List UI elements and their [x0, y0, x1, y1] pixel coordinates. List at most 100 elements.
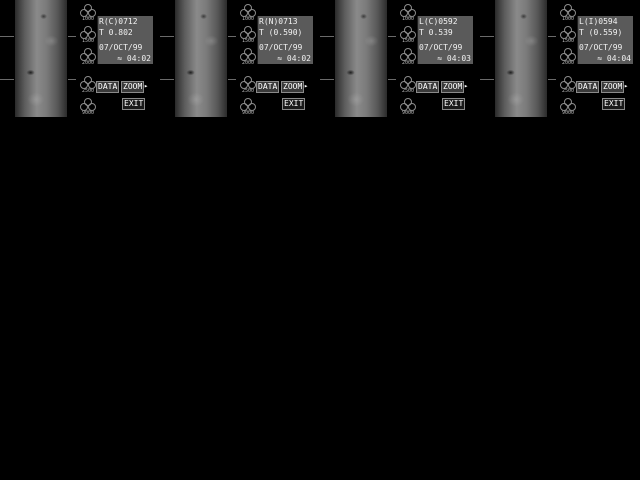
zoom-button[interactable]: ZOOM — [281, 81, 305, 93]
scale-item[interactable]: 2500 — [238, 76, 258, 94]
marker-line — [0, 36, 14, 37]
scale-item[interactable]: 1500 — [398, 26, 418, 44]
exit-button[interactable]: EXIT — [282, 98, 306, 110]
inspection-image — [335, 0, 387, 117]
rings-icon — [240, 26, 256, 39]
scale-item[interactable]: 2500 — [558, 76, 578, 94]
exit-button[interactable]: EXIT — [122, 98, 146, 110]
rings-icon — [80, 4, 96, 17]
rings-icon — [80, 98, 96, 111]
scale-item[interactable]: 2000 — [398, 48, 418, 66]
sample-id: R(C)0712 — [99, 17, 138, 26]
scale-item[interactable]: 1000 — [398, 4, 418, 22]
rings-icon — [400, 26, 416, 39]
scale-label: 2500 — [401, 88, 415, 94]
scale-item[interactable]: 2500 — [78, 76, 98, 94]
marker-line — [388, 36, 396, 37]
scale-label: 2000 — [81, 60, 95, 66]
rings-icon — [400, 4, 416, 17]
depth-scale: 1000 1500 2000 2500 9000 — [558, 4, 578, 116]
rings-icon — [560, 48, 576, 61]
inspection-image — [495, 0, 547, 117]
cursor-icon: ▸ — [624, 82, 629, 90]
depth-scale: 1000 1500 2000 2500 9000 — [78, 4, 98, 116]
scale-item[interactable]: 2500 — [398, 76, 418, 94]
scale-label: 1500 — [241, 38, 255, 44]
scale-item[interactable]: 9000 — [398, 98, 418, 116]
rings-icon — [240, 76, 256, 89]
exit-button[interactable]: EXIT — [602, 98, 626, 110]
rings-icon — [560, 4, 576, 17]
marker-line — [480, 79, 494, 80]
cursor-icon: ▸ — [304, 82, 309, 90]
depth-scale: 1000 1500 2000 2500 9000 — [398, 4, 418, 116]
rings-icon — [240, 48, 256, 61]
scale-label: 2500 — [241, 88, 255, 94]
scale-item[interactable]: 1500 — [558, 26, 578, 44]
zoom-button[interactable]: ZOOM — [441, 81, 465, 93]
inspection-panel: 1000 1500 2000 2500 9000 R(N)0713 T (0.5… — [160, 0, 320, 118]
marker-line — [0, 79, 14, 80]
sample-value: T 0.802 — [99, 28, 133, 37]
marker-line — [320, 79, 334, 80]
rings-icon — [560, 76, 576, 89]
data-button[interactable]: DATA — [416, 81, 440, 93]
sample-date: 07/OCT/99 — [99, 43, 143, 52]
scale-label: 9000 — [401, 110, 415, 116]
scale-label: 9000 — [561, 110, 575, 116]
scale-label: 1000 — [401, 16, 415, 22]
info-box: L(I)0594 T (0.559) 07/OCT/99 ≈ 04:04 — [577, 16, 633, 64]
scale-item[interactable]: 1000 — [238, 4, 258, 22]
scale-label: 1500 — [81, 38, 95, 44]
inspection-panel: 1000 1500 2000 2500 9000 R(C)0712 T 0.80… — [0, 0, 160, 118]
marker-line — [68, 79, 76, 80]
scale-label: 1500 — [561, 38, 575, 44]
marker-line — [548, 79, 556, 80]
info-box: R(N)0713 T (0.590) 07/OCT/99 ≈ 04:02 — [257, 16, 313, 64]
info-box: L(C)0592 T 0.539 07/OCT/99 ≈ 04:03 — [417, 16, 473, 64]
data-button[interactable]: DATA — [576, 81, 600, 93]
scale-label: 2500 — [81, 88, 95, 94]
scale-item[interactable]: 1000 — [78, 4, 98, 22]
scale-item[interactable]: 1000 — [558, 4, 578, 22]
sample-value: T (0.559) — [579, 28, 623, 37]
sample-time: ≈ 04:03 — [437, 54, 471, 63]
data-button[interactable]: DATA — [256, 81, 280, 93]
zoom-button[interactable]: ZOOM — [601, 81, 625, 93]
cursor-icon: ▸ — [464, 82, 469, 90]
depth-scale: 1000 1500 2000 2500 9000 — [238, 4, 258, 116]
sample-date: 07/OCT/99 — [419, 43, 463, 52]
zoom-button[interactable]: ZOOM — [121, 81, 145, 93]
sample-id: L(I)0594 — [579, 17, 618, 26]
scale-item[interactable]: 1500 — [78, 26, 98, 44]
scale-label: 9000 — [241, 110, 255, 116]
scale-item[interactable]: 9000 — [558, 98, 578, 116]
scale-item[interactable]: 9000 — [78, 98, 98, 116]
scale-label: 1000 — [561, 16, 575, 22]
scale-item[interactable]: 2000 — [238, 48, 258, 66]
scale-item[interactable]: 2000 — [78, 48, 98, 66]
marker-line — [68, 36, 76, 37]
scale-label: 1000 — [81, 16, 95, 22]
scale-item[interactable]: 1500 — [238, 26, 258, 44]
rings-icon — [560, 98, 576, 111]
marker-line — [160, 79, 174, 80]
scale-label: 9000 — [81, 110, 95, 116]
data-button[interactable]: DATA — [96, 81, 120, 93]
rings-icon — [240, 4, 256, 17]
inspection-image — [175, 0, 227, 117]
rings-icon — [400, 76, 416, 89]
scale-label: 1000 — [241, 16, 255, 22]
rings-icon — [560, 26, 576, 39]
inspection-panel: 1000 1500 2000 2500 9000 L(I)0594 T (0.5… — [480, 0, 640, 118]
rings-icon — [400, 48, 416, 61]
marker-line — [228, 79, 236, 80]
scale-item[interactable]: 9000 — [238, 98, 258, 116]
scale-item[interactable]: 2000 — [558, 48, 578, 66]
sample-time: ≈ 04:02 — [117, 54, 151, 63]
exit-button[interactable]: EXIT — [442, 98, 466, 110]
sample-date: 07/OCT/99 — [579, 43, 623, 52]
sample-date: 07/OCT/99 — [259, 43, 303, 52]
cursor-icon: ▸ — [144, 82, 149, 90]
marker-line — [228, 36, 236, 37]
